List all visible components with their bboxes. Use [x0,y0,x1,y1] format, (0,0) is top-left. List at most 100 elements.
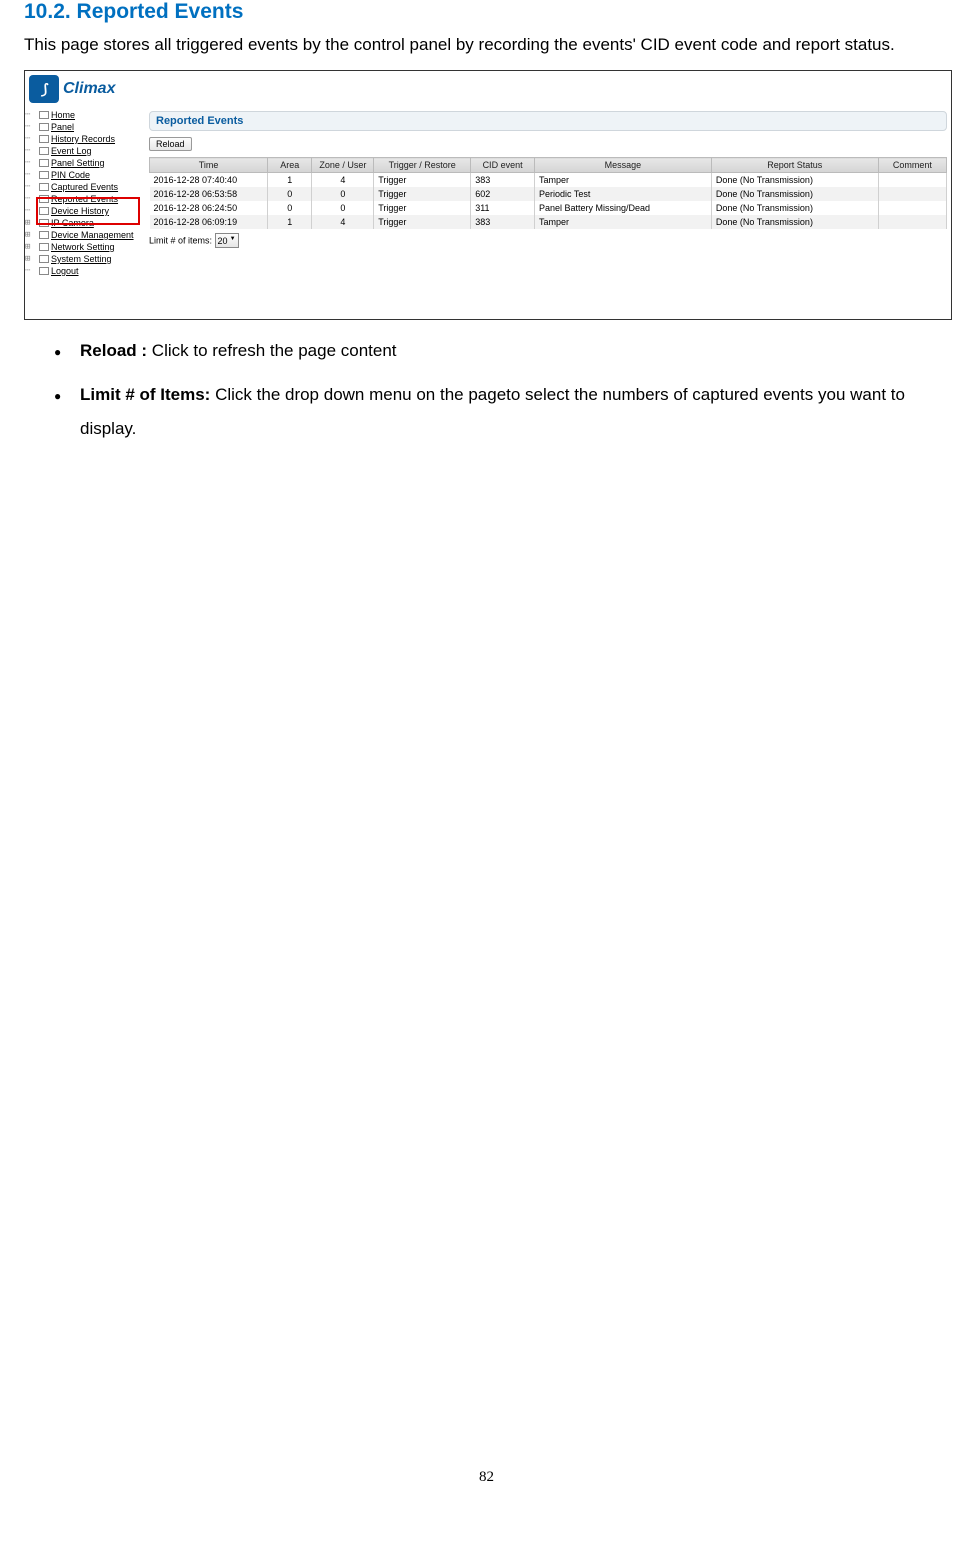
table-row: 2016-12-28 06:09:1914Trigger383TamperDon… [150,215,947,229]
th-trigger: Trigger / Restore [374,158,471,173]
folder-icon [39,147,49,155]
cell-comment [878,187,946,201]
cell-status: Done (No Transmission) [711,201,878,215]
sidebar-item[interactable]: ┄ Panel [25,121,145,133]
cell-comment [878,201,946,215]
limit-label: Limit # of items: [149,236,212,246]
sidebar-item[interactable]: ⊞ IP Camera [25,217,145,229]
table-row: 2016-12-28 06:24:5000Trigger311Panel Bat… [150,201,947,215]
sidebar-item-label: Logout [51,266,79,276]
cell-comment [878,173,946,188]
tree-leaf-icon: ┄ [25,122,39,132]
sidebar-item-label: System Setting [51,254,112,264]
tree-expand-icon: ⊞ [25,230,39,240]
cell-cid: 602 [471,187,535,201]
logo-text: Climax [63,80,115,98]
cell-status: Done (No Transmission) [711,173,878,188]
sidebar-item-label: Panel [51,122,74,132]
folder-icon [39,171,49,179]
cell-cid: 383 [471,215,535,229]
sidebar-item-label: Panel Setting [51,158,105,168]
folder-icon [39,159,49,167]
cell-zone: 4 [312,173,374,188]
page-number: 82 [0,1469,973,1486]
folder-icon [39,111,49,119]
sidebar-item[interactable]: ┄Captured Events [25,181,145,193]
cell-time: 2016-12-28 06:24:50 [150,201,268,215]
folder-icon [39,243,49,251]
sidebar-item[interactable]: ┄ Logout [25,265,145,277]
page-title: Reported Events [149,111,947,131]
cell-time: 2016-12-28 06:09:19 [150,215,268,229]
sidebar-item-label: History Records [51,134,115,144]
folder-icon [39,231,49,239]
folder-icon [39,255,49,263]
logo-header: ⟆ Climax [25,71,951,107]
tree-leaf-icon: ┄ [25,146,39,156]
cell-area: 1 [268,215,312,229]
bullet-icon: ● [54,378,80,446]
sidebar-item[interactable]: ┄Home [25,109,145,121]
reload-button[interactable]: Reload [149,137,192,151]
tree-leaf-icon: ┄ [25,194,39,204]
cell-message: Tamper [534,173,711,188]
intro-text: This page stores all triggered events by… [24,28,949,62]
content-area: Reported Events Reload Time Area Zone / … [145,107,951,319]
cell-message: Tamper [534,215,711,229]
section-heading: 10.2. Reported Events [24,0,949,24]
sidebar-item[interactable]: ┄ PIN Code [25,169,145,181]
sidebar-item-label: Captured Events [51,182,118,192]
sidebar-item-label: Device History [51,206,109,216]
folder-icon [39,123,49,131]
tree-leaf-icon: ┄ [25,158,39,168]
tree-expand-icon: ⊞ [25,218,39,228]
cell-message: Periodic Test [534,187,711,201]
bullet-item: ●Limit # of Items: Click the drop down m… [54,378,949,446]
cell-zone: 0 [312,201,374,215]
sidebar-item[interactable]: ⊞Device Management [25,229,145,241]
sidebar-item[interactable]: ┄Reported Events [25,193,145,205]
sidebar-item-label: Home [51,110,75,120]
sidebar: ┄Home┄Panel┄History Records┄Event Log┄Pa… [25,107,145,319]
th-cid: CID event [471,158,535,173]
table-row: 2016-12-28 07:40:4014Trigger383TamperDon… [150,173,947,188]
sidebar-item[interactable]: ⊞ System Setting [25,253,145,265]
folder-icon [39,267,49,275]
tree-leaf-icon: ┄ [25,266,39,276]
cell-time: 2016-12-28 07:40:40 [150,173,268,188]
th-zone: Zone / User [312,158,374,173]
bullet-text: Limit # of Items: Click the drop down me… [80,378,949,446]
limit-select[interactable]: 20 [215,233,239,248]
cell-zone: 4 [312,215,374,229]
folder-icon [39,219,49,227]
bullet-item: ●Reload : Click to refresh the page cont… [54,334,949,368]
folder-icon [39,207,49,215]
limit-row: Limit # of items: 20 [149,233,947,248]
sidebar-item[interactable]: ┄ Device History [25,205,145,217]
cell-trigger: Trigger [374,187,471,201]
cell-message: Panel Battery Missing/Dead [534,201,711,215]
cell-time: 2016-12-28 06:53:58 [150,187,268,201]
sidebar-item-label: PIN Code [51,170,90,180]
th-area: Area [268,158,312,173]
cell-cid: 383 [471,173,535,188]
th-message: Message [534,158,711,173]
sidebar-item[interactable]: ⊞Network Setting [25,241,145,253]
tree-leaf-icon: ┄ [25,170,39,180]
cell-status: Done (No Transmission) [711,215,878,229]
th-status: Report Status [711,158,878,173]
tree-expand-icon: ⊞ [25,254,39,264]
sidebar-item-label: Event Log [51,146,92,156]
sidebar-item[interactable]: ┄History Records [25,133,145,145]
cell-area: 1 [268,173,312,188]
bullet-icon: ● [54,334,80,368]
cell-cid: 311 [471,201,535,215]
sidebar-item[interactable]: ┄ Panel Setting [25,157,145,169]
cell-area: 0 [268,187,312,201]
sidebar-item[interactable]: ┄ Event Log [25,145,145,157]
logo-icon: ⟆ [29,75,59,103]
sidebar-item-label: IP Camera [51,218,94,228]
cell-comment [878,215,946,229]
tree-leaf-icon: ┄ [25,206,39,216]
cell-status: Done (No Transmission) [711,187,878,201]
